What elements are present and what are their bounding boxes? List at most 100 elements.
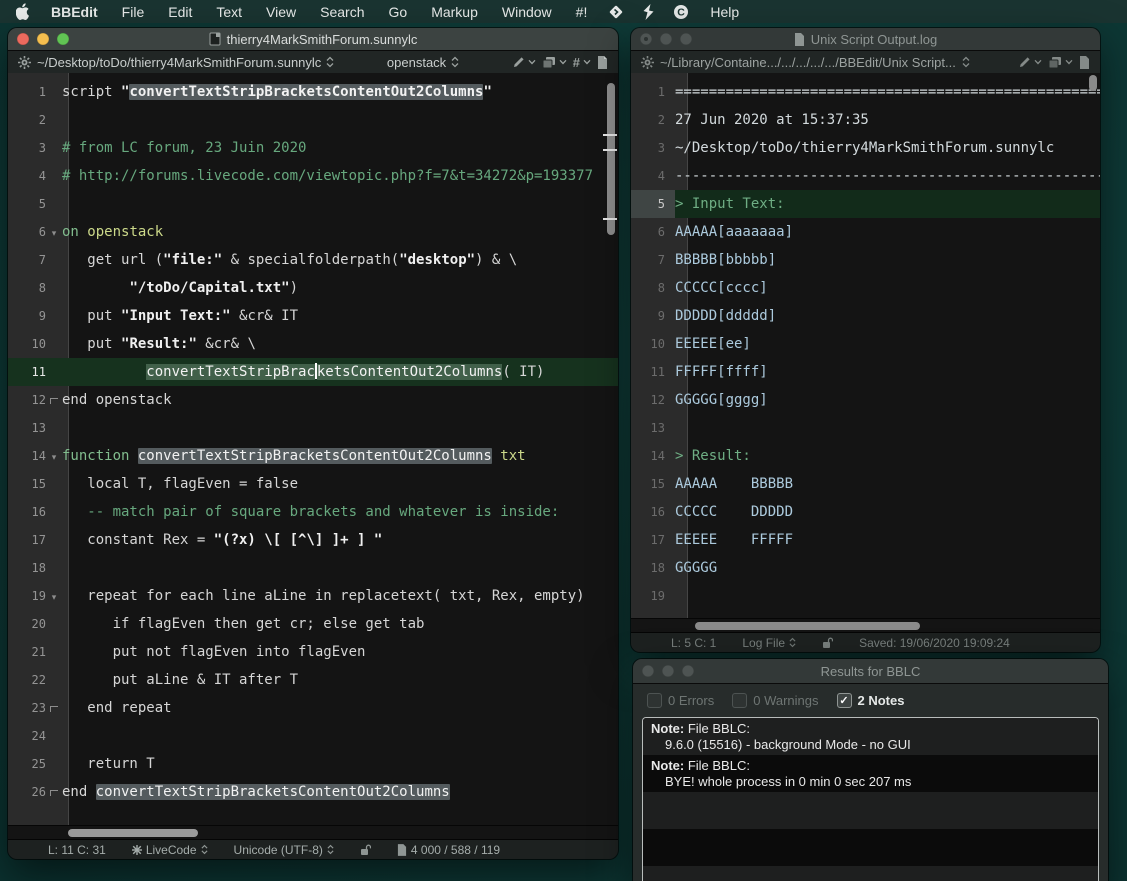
log-line: 1=======================================… [631, 78, 1100, 106]
new-document-icon[interactable] [1079, 56, 1090, 69]
marker-popup[interactable] [512, 56, 536, 69]
log-text-area[interactable]: 1=======================================… [631, 73, 1100, 619]
documents-popup[interactable] [542, 56, 567, 69]
code-line: 9 put "Input Text:" &cr& IT [8, 302, 618, 330]
note-row[interactable]: Note: File BBLC:9.6.0 (15516) - backgrou… [643, 718, 1098, 755]
hash-icon: # [573, 55, 580, 70]
log-line: 19 [631, 582, 1100, 610]
menu-item-go[interactable]: Go [377, 0, 420, 23]
code-line: 2 [8, 106, 618, 134]
code-line: 12end openstack [8, 386, 618, 414]
chevron-up-down-icon [327, 844, 334, 855]
results-titlebar[interactable]: Results for BBLC [633, 659, 1108, 684]
disclosure-triangle-icon[interactable]: ▾ [52, 452, 57, 462]
menu-item-text[interactable]: Text [204, 0, 254, 23]
log-horizontal-scrollbar[interactable] [631, 618, 1100, 633]
code-line: 16 -- match pair of square brackets and … [8, 498, 618, 526]
minimize-button[interactable] [660, 33, 672, 45]
editor-window: thierry4MarkSmithForum.sunnylc ~/Desktop… [8, 28, 618, 859]
scrollbar-thumb[interactable] [68, 829, 198, 837]
window-title: thierry4MarkSmithForum.sunnylc [227, 32, 418, 47]
disclosure-triangle-icon[interactable]: ▾ [52, 592, 57, 602]
diamond-app-icon[interactable] [599, 4, 633, 20]
code-line: 7 get url ("file:" & specialfolderpath("… [8, 246, 618, 274]
file-path-popup[interactable]: ~/Desktop/toDo/thierry4MarkSmithForum.su… [37, 55, 334, 70]
menu-item-markup[interactable]: Markup [419, 0, 490, 23]
code-line: 17 constant Rex = "(?x) \[ [^\] ]+ ] " [8, 526, 618, 554]
lightning-app-icon[interactable] [633, 4, 664, 20]
function-popup[interactable]: openstack [387, 55, 459, 70]
pencil-icon [1018, 56, 1031, 69]
documents-popup[interactable] [1048, 56, 1073, 69]
menu-item-bbedit[interactable]: BBEdit [39, 0, 110, 23]
lock-icon[interactable] [360, 844, 371, 856]
saved-timestamp: Saved: 19/06/2020 19:09:24 [859, 636, 1010, 650]
apple-menu-icon[interactable] [14, 3, 39, 20]
counter-popup[interactable]: # [573, 55, 591, 70]
code-line: 1script "convertTextStripBracketsContent… [8, 78, 618, 106]
log-line: 3~/Desktop/toDo/thierry4MarkSmithForum.s… [631, 134, 1100, 162]
gear-icon[interactable] [18, 56, 31, 69]
filter-checkbox-2-notes[interactable]: ✓2 Notes [837, 693, 905, 708]
code-line: 20 if flagEven then get cr; else get tab [8, 610, 618, 638]
lock-icon[interactable] [822, 637, 833, 649]
language-popup[interactable]: Log File [742, 636, 796, 650]
filter-checkbox-0-errors: 0 Errors [647, 693, 714, 708]
chevron-down-icon [1065, 59, 1073, 65]
note-row[interactable]: Note: File BBLC:BYE! whole process in 0 … [643, 755, 1098, 792]
checked-checkbox-icon[interactable]: ✓ [837, 693, 852, 708]
code-line: 25 return T [8, 750, 618, 778]
editor-horizontal-scrollbar[interactable] [8, 825, 618, 840]
close-button[interactable] [17, 33, 29, 45]
editor-statusbar: L: 11 C: 31 LiveCode Unicode (UTF-8) 4 0… [8, 839, 618, 859]
menu-item-item[interactable]: #! [564, 0, 600, 23]
chevron-down-icon [583, 59, 591, 65]
marker-popup[interactable] [1018, 56, 1042, 69]
results-window: Results for BBLC 0 Errors 0 Warnings ✓2 No… [633, 659, 1108, 881]
filter-checkbox-0-warnings: 0 Warnings [732, 693, 818, 708]
editor-text-area[interactable]: 1script "convertTextStripBracketsContent… [8, 73, 618, 826]
zoom-button[interactable] [682, 665, 694, 677]
svg-text:C: C [678, 6, 686, 18]
menu-item-search[interactable]: Search [308, 0, 376, 23]
log-titlebar[interactable]: Unix Script Output.log [631, 28, 1100, 51]
menu-item-edit[interactable]: Edit [156, 0, 204, 23]
editor-titlebar[interactable]: thierry4MarkSmithForum.sunnylc [8, 28, 618, 51]
chevron-up-down-icon [451, 56, 459, 68]
log-statusbar: L: 5 C: 1 Log File Saved: 19/06/2020 19:… [631, 632, 1100, 652]
disclosure-triangle-icon[interactable]: ▾ [52, 228, 57, 238]
language-popup[interactable]: LiveCode [132, 843, 208, 857]
log-line: 14> Result: [631, 442, 1100, 470]
zoom-button[interactable] [57, 33, 69, 45]
close-button[interactable] [642, 665, 654, 677]
log-line: 18GGGGG [631, 554, 1100, 582]
log-line: 227 Jun 2020 at 15:37:35 [631, 106, 1100, 134]
menu-item-help[interactable]: Help [698, 0, 751, 23]
zoom-button[interactable] [680, 33, 692, 45]
editor-vertical-scrollbar[interactable] [606, 75, 617, 824]
empty-row [643, 792, 1098, 829]
menu-item-window[interactable]: Window [490, 0, 564, 23]
editor-toolbar: ~/Desktop/toDo/thierry4MarkSmithForum.su… [8, 51, 618, 74]
scrollbar-thumb[interactable] [1089, 75, 1097, 91]
window-title: Unix Script Output.log [811, 32, 937, 47]
close-button[interactable] [640, 33, 652, 45]
filter-label: 0 Warnings [753, 693, 818, 708]
new-document-icon[interactable] [597, 56, 608, 69]
menu-item-file[interactable]: File [110, 0, 157, 23]
scrollbar-thumb[interactable] [695, 622, 920, 630]
code-line: 21 put not flagEven into flagEven [8, 638, 618, 666]
log-vertical-scrollbar[interactable] [1088, 75, 1099, 617]
menu-item-view[interactable]: View [254, 0, 308, 23]
language-icon [132, 845, 142, 855]
minimize-button[interactable] [37, 33, 49, 45]
document-icon [209, 32, 221, 46]
scrollbar-thumb[interactable] [607, 83, 615, 235]
file-path-popup[interactable]: ~/Library/Containe.../.../.../.../.../BB… [660, 55, 956, 70]
gear-icon[interactable] [641, 56, 654, 69]
log-line: 15AAAAA BBBBB [631, 470, 1100, 498]
circle-c-app-icon[interactable]: C [664, 4, 698, 20]
code-line: 24 [8, 722, 618, 750]
encoding-popup[interactable]: Unicode (UTF-8) [234, 843, 334, 857]
minimize-button[interactable] [662, 665, 674, 677]
